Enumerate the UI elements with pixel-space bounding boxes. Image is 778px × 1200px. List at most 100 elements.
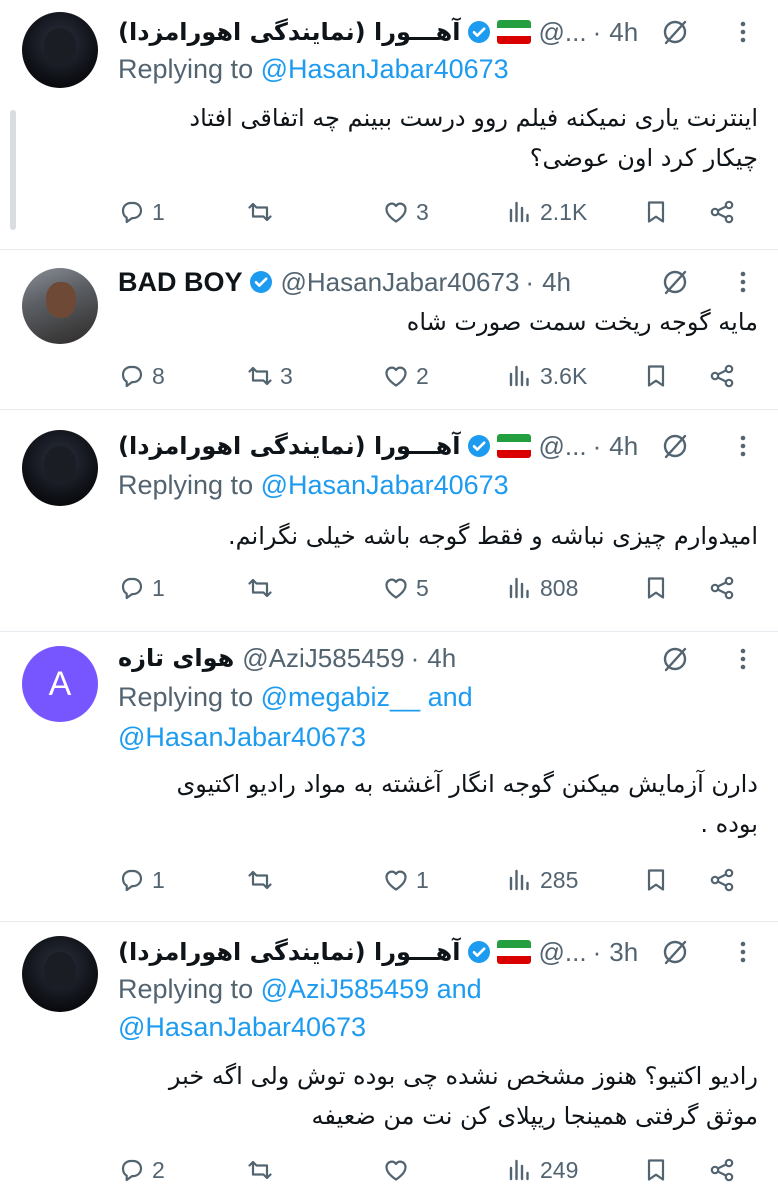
- avatar[interactable]: [22, 268, 98, 344]
- timestamp[interactable]: 4h: [609, 17, 638, 48]
- tweet[interactable]: آهـــورا (نمایندگی اهورامزدا) @... · 3h …: [0, 922, 778, 1200]
- display-name[interactable]: BAD BOY: [118, 267, 243, 298]
- grok-slash-circle-icon[interactable]: [660, 431, 690, 461]
- action-bar: 8 3 2 3.6K: [118, 358, 758, 394]
- bookmark-button[interactable]: [642, 194, 670, 230]
- grok-slash-circle-icon[interactable]: [660, 937, 690, 967]
- like-button[interactable]: 1: [382, 862, 429, 898]
- tweet[interactable]: آهـــورا (نمایندگی اهورامزدا) @... · 4h …: [0, 410, 778, 632]
- bookmark-button[interactable]: [642, 570, 670, 606]
- mention-link[interactable]: @HasanJabar40673: [261, 54, 509, 84]
- retweet-button[interactable]: 3: [246, 358, 293, 394]
- tweet[interactable]: A هوای تازه @AziJ585459 · 4h Replying to…: [0, 632, 778, 922]
- avatar[interactable]: [22, 936, 98, 1012]
- like-button[interactable]: 3: [382, 194, 429, 230]
- display-name[interactable]: آهـــورا (نمایندگی اهورامزدا): [118, 18, 461, 46]
- reply-button[interactable]: 1: [118, 194, 165, 230]
- iran-flag-icon: [496, 940, 531, 964]
- tweet-text-line: مایه گوجه ریخت سمت صورت شاه: [406, 308, 758, 336]
- heart-icon: [382, 362, 410, 390]
- timestamp[interactable]: 3h: [609, 937, 638, 968]
- heart-icon: [382, 574, 410, 602]
- timestamp[interactable]: 4h: [609, 431, 638, 462]
- avatar[interactable]: A: [22, 646, 98, 722]
- bookmark-icon: [642, 1156, 670, 1184]
- replying-to-label: Replying to: [118, 682, 261, 712]
- views-button[interactable]: 3.6K: [506, 358, 587, 394]
- replying-to-label: Replying to: [118, 470, 261, 500]
- share-button[interactable]: [708, 358, 736, 394]
- retweet-button[interactable]: [246, 570, 280, 606]
- share-button[interactable]: [708, 194, 736, 230]
- share-icon: [708, 866, 736, 894]
- more-dots-icon[interactable]: [728, 17, 758, 47]
- tweet[interactable]: BAD BOY @HasanJabar40673 · 4h مایه گوجه …: [0, 250, 778, 410]
- bookmark-icon: [642, 574, 670, 602]
- timestamp[interactable]: 4h: [427, 643, 456, 674]
- share-button[interactable]: [708, 570, 736, 606]
- handle[interactable]: @HasanJabar40673: [281, 267, 520, 298]
- views-button[interactable]: 249: [506, 1152, 578, 1188]
- tweet-header: آهـــورا (نمایندگی اهورامزدا) @... · 4h: [118, 12, 638, 52]
- timestamp[interactable]: 4h: [542, 267, 571, 298]
- more-dots-icon[interactable]: [728, 644, 758, 674]
- mention-link[interactable]: @HasanJabar40673: [118, 722, 366, 753]
- speech-bubble-icon: [118, 866, 146, 894]
- bar-chart-icon: [506, 198, 534, 226]
- like-button[interactable]: 2: [382, 358, 429, 394]
- reply-button[interactable]: 1: [118, 570, 165, 606]
- more-dots-icon[interactable]: [728, 937, 758, 967]
- mention-link[interactable]: @HasanJabar40673: [261, 470, 509, 500]
- views-count: 249: [540, 1156, 579, 1183]
- views-button[interactable]: 2.1K: [506, 194, 587, 230]
- tweet[interactable]: آهـــورا (نمایندگی اهورامزدا) @... · 4h …: [0, 0, 778, 250]
- tweet-text: امیدوارم چیزی نباشه و فقط گوجه باشه خیلی…: [118, 516, 758, 556]
- tweet-text-line: اینترنت یاری نمیکنه فیلم روو درست ببینم …: [189, 104, 758, 132]
- bookmark-button[interactable]: [642, 1152, 670, 1188]
- likes-count: 2: [416, 362, 429, 389]
- tweet-header: هوای تازه @AziJ585459 · 4h: [118, 638, 456, 678]
- grok-slash-circle-icon[interactable]: [660, 17, 690, 47]
- handle[interactable]: @...: [539, 431, 587, 462]
- handle[interactable]: @...: [539, 937, 587, 968]
- avatar[interactable]: [22, 12, 98, 88]
- display-name[interactable]: آهـــورا (نمایندگی اهورامزدا): [118, 938, 461, 966]
- tweet-text: دارن آزمایش میکنن گوجه انگار آغشته به مو…: [118, 764, 758, 844]
- avatar[interactable]: [22, 430, 98, 506]
- handle[interactable]: @...: [539, 17, 587, 48]
- views-button[interactable]: 285: [506, 862, 578, 898]
- share-button[interactable]: [708, 1152, 736, 1188]
- share-button[interactable]: [708, 862, 736, 898]
- grok-slash-circle-icon[interactable]: [660, 644, 690, 674]
- like-button[interactable]: 5: [382, 570, 429, 606]
- replies-count: 1: [152, 574, 165, 601]
- more-dots-icon[interactable]: [728, 431, 758, 461]
- tweet-header: آهـــورا (نمایندگی اهورامزدا) @... · 3h: [118, 932, 638, 972]
- reply-button[interactable]: 2: [118, 1152, 165, 1188]
- views-button[interactable]: 808: [506, 570, 578, 606]
- avatar-letter: A: [48, 664, 72, 703]
- more-dots-icon[interactable]: [728, 267, 758, 297]
- mention-link[interactable]: @AziJ585459 and: [261, 974, 482, 1004]
- bookmark-button[interactable]: [642, 358, 670, 394]
- mention-link[interactable]: @HasanJabar40673: [118, 1012, 366, 1043]
- replies-count: 1: [152, 866, 165, 893]
- replies-count: 1: [152, 198, 165, 225]
- display-name[interactable]: هوای تازه: [118, 644, 234, 672]
- handle[interactable]: @AziJ585459: [242, 643, 404, 674]
- display-name[interactable]: آهـــورا (نمایندگی اهورامزدا): [118, 432, 461, 460]
- mention-link[interactable]: @megabiz__ and: [261, 682, 473, 712]
- retweet-button[interactable]: [246, 1152, 280, 1188]
- tweet-text: مایه گوجه ریخت سمت صورت شاه: [118, 302, 758, 342]
- likes-count: 1: [416, 866, 429, 893]
- reply-button[interactable]: 1: [118, 862, 165, 898]
- retweets-count: 3: [280, 362, 293, 389]
- like-button[interactable]: [382, 1152, 416, 1188]
- replying-to: Replying to @HasanJabar40673: [118, 470, 509, 501]
- bookmark-button[interactable]: [642, 862, 670, 898]
- reply-button[interactable]: 8: [118, 358, 165, 394]
- retweet-button[interactable]: [246, 862, 280, 898]
- retweet-button[interactable]: [246, 194, 280, 230]
- grok-slash-circle-icon[interactable]: [660, 267, 690, 297]
- tweet-text: اینترنت یاری نمیکنه فیلم روو درست ببینم …: [118, 98, 758, 178]
